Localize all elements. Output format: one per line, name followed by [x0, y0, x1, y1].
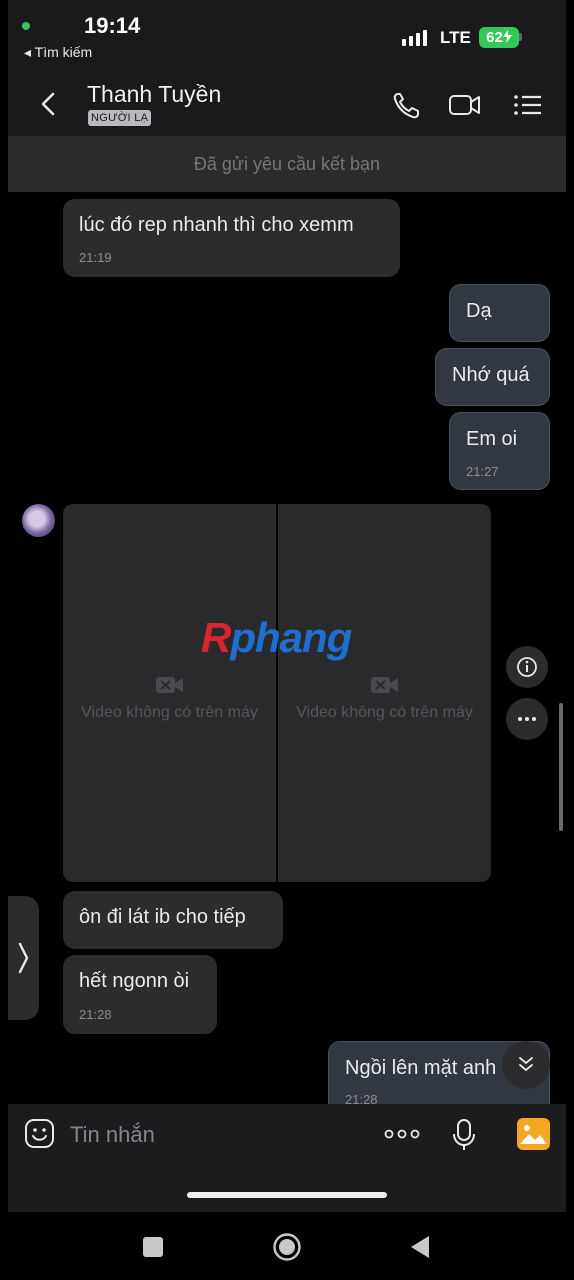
recent-apps-icon[interactable]	[143, 1237, 163, 1257]
double-chevron-down-icon	[519, 1057, 533, 1072]
video-message[interactable]: Video không có trên máy	[278, 504, 491, 882]
message-bubble-them[interactable]: ôn đi lát ib cho tiếp	[63, 891, 283, 949]
message-bubble-them[interactable]: hết ngonn òi 21:28	[63, 955, 217, 1034]
watermark-logo: Rphang	[201, 614, 352, 661]
contact-name[interactable]: Thanh Tuyền	[87, 81, 221, 108]
home-icon[interactable]	[272, 1232, 302, 1262]
video-unavailable-text: Video không có trên máy	[81, 704, 258, 721]
network-type: LTE	[440, 28, 471, 47]
message-text: lúc đó rep nhanh thì cho xemm	[79, 214, 354, 236]
chevron-right-icon	[18, 942, 29, 974]
message-bubble-me[interactable]: Nhớ quá	[435, 348, 550, 406]
friend-request-banner: Đã gửi yêu cầu kết bạn	[8, 136, 566, 192]
back-arrow-icon[interactable]	[34, 88, 64, 120]
status-bar: 19:14 ◂ Tìm kiếm LTE 62	[8, 0, 566, 72]
scroll-to-bottom-button[interactable]	[502, 1041, 550, 1089]
video-message[interactable]: Video không có trên máy	[63, 504, 276, 882]
message-time: 21:28	[79, 1007, 112, 1022]
chat-header: Thanh Tuyền NGƯỜI LẠ	[8, 72, 566, 136]
info-icon	[517, 657, 537, 677]
battery-level: 62	[486, 29, 503, 46]
message-bubble-them[interactable]: lúc đó rep nhanh thì cho xemm 21:19	[63, 199, 400, 277]
message-text: Ngồi lên mặt anh	[345, 1057, 497, 1079]
phone-icon[interactable]	[390, 90, 424, 120]
microphone-icon[interactable]	[450, 1118, 478, 1152]
menu-icon[interactable]	[511, 90, 545, 120]
more-options-button[interactable]	[506, 698, 548, 740]
ellipsis-icon	[518, 717, 536, 721]
scrollbar[interactable]	[559, 703, 563, 831]
message-composer: Tin nhắn	[8, 1104, 566, 1212]
video-call-icon[interactable]	[448, 90, 482, 120]
battery-icon: 62	[479, 27, 519, 48]
gallery-icon[interactable]	[517, 1118, 550, 1150]
system-navigation-bar	[0, 1212, 574, 1280]
message-text: Nhớ quá	[452, 364, 530, 386]
chat-screen: 19:14 ◂ Tìm kiếm LTE 62 Thanh Tuyền NGƯỜ…	[8, 0, 566, 1212]
signal-icon	[402, 30, 427, 46]
message-text: Dạ	[466, 300, 492, 322]
contact-avatar[interactable]	[22, 504, 55, 537]
message-text: Em oi	[466, 428, 518, 450]
back-to-search-link[interactable]: ◂ Tìm kiếm	[24, 44, 92, 61]
more-dots-icon[interactable]	[384, 1128, 420, 1140]
stranger-badge: NGƯỜI LẠ	[88, 110, 152, 126]
side-panel-tab[interactable]	[8, 896, 39, 1020]
message-time: 21:27	[466, 464, 499, 479]
message-input[interactable]: Tin nhắn	[70, 1122, 155, 1148]
video-unavailable-icon	[370, 677, 398, 693]
video-unavailable-icon	[155, 677, 183, 693]
camera-indicator-icon	[22, 22, 30, 30]
info-button[interactable]	[506, 646, 548, 688]
video-unavailable-text: Video không có trên máy	[296, 704, 473, 721]
emoji-icon[interactable]	[24, 1118, 55, 1149]
message-text: hết ngonn òi	[79, 970, 190, 992]
message-bubble-me[interactable]: Em oi 21:27	[449, 412, 550, 490]
status-time: 19:14	[84, 13, 141, 38]
message-bubble-me[interactable]: Dạ	[449, 284, 550, 342]
message-time: 21:19	[79, 250, 112, 265]
home-indicator[interactable]	[187, 1192, 387, 1198]
back-icon[interactable]	[409, 1234, 431, 1260]
battery-tip	[519, 33, 522, 41]
message-text: ôn đi lát ib cho tiếp	[79, 906, 246, 928]
